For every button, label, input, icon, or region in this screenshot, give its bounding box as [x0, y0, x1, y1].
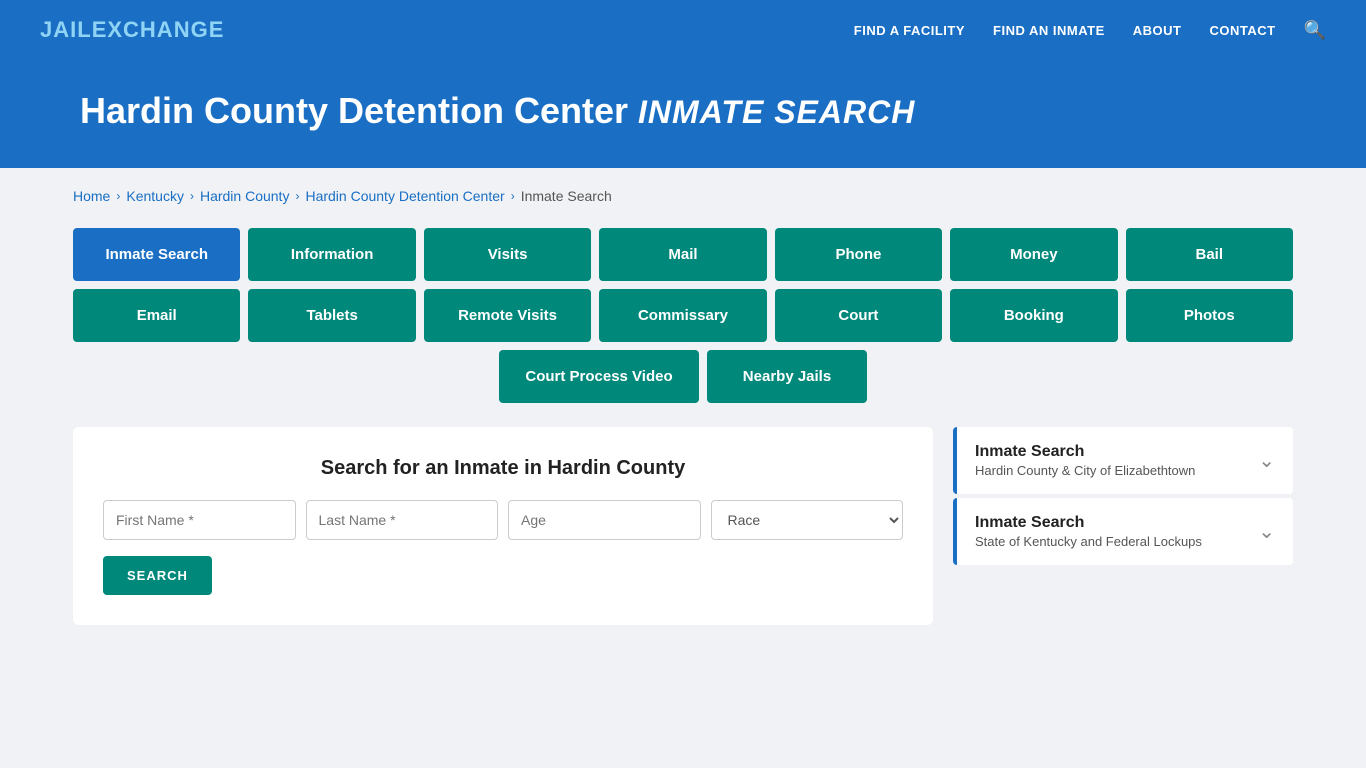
- search-icon-button[interactable]: 🔍: [1304, 20, 1326, 41]
- nav-find-facility[interactable]: FIND A FACILITY: [854, 23, 965, 38]
- breadcrumb-detention-center[interactable]: Hardin County Detention Center: [305, 188, 504, 204]
- sidebar-item-state-federal[interactable]: Inmate Search State of Kentucky and Fede…: [953, 498, 1293, 565]
- btn-remote-visits[interactable]: Remote Visits: [424, 289, 591, 342]
- nav-find-inmate[interactable]: FIND AN INMATE: [993, 23, 1105, 38]
- btn-visits[interactable]: Visits: [424, 228, 591, 281]
- search-title: Search for an Inmate in Hardin County: [103, 457, 903, 480]
- sidebar-sub-1: Hardin County & City of Elizabethtown: [975, 463, 1195, 478]
- category-nav: Inmate Search Information Visits Mail Ph…: [73, 228, 1293, 403]
- btn-court[interactable]: Court: [775, 289, 942, 342]
- page-title: Hardin County Detention Center INMATE SE…: [80, 90, 1286, 132]
- breadcrumb: Home › Kentucky › Hardin County › Hardin…: [73, 188, 1293, 204]
- first-name-input[interactable]: [103, 500, 296, 540]
- chevron-down-icon-2: ⌄: [1258, 519, 1275, 544]
- race-select[interactable]: RaceWhiteBlackHispanicAsianOther: [711, 500, 904, 540]
- btn-photos[interactable]: Photos: [1126, 289, 1293, 342]
- inmate-search-box: Search for an Inmate in Hardin County Ra…: [73, 427, 933, 625]
- search-button[interactable]: SEARCH: [103, 556, 212, 595]
- btn-bail[interactable]: Bail: [1126, 228, 1293, 281]
- btn-inmate-search[interactable]: Inmate Search: [73, 228, 240, 281]
- logo-part2-highlight: EXCHANGE: [92, 17, 225, 42]
- breadcrumb-home[interactable]: Home: [73, 188, 110, 204]
- sidebar-title-1: Inmate Search: [975, 443, 1195, 461]
- age-input[interactable]: [508, 500, 701, 540]
- sidebar: Inmate Search Hardin County & City of El…: [953, 427, 1293, 569]
- nav-row-1: Inmate Search Information Visits Mail Ph…: [73, 228, 1293, 281]
- btn-email[interactable]: Email: [73, 289, 240, 342]
- sidebar-sub-2: State of Kentucky and Federal Lockups: [975, 534, 1202, 549]
- site-header: JAILEXCHANGE FIND A FACILITY FIND AN INM…: [0, 0, 1366, 60]
- nav-about[interactable]: ABOUT: [1133, 23, 1182, 38]
- btn-tablets[interactable]: Tablets: [248, 289, 415, 342]
- main-content: Home › Kentucky › Hardin County › Hardin…: [33, 168, 1333, 645]
- last-name-input[interactable]: [306, 500, 499, 540]
- btn-mail[interactable]: Mail: [599, 228, 766, 281]
- sidebar-item-hardin-county[interactable]: Inmate Search Hardin County & City of El…: [953, 427, 1293, 494]
- btn-nearby-jails[interactable]: Nearby Jails: [707, 350, 867, 403]
- hero-banner: Hardin County Detention Center INMATE SE…: [0, 60, 1366, 168]
- breadcrumb-hardin-county[interactable]: Hardin County: [200, 188, 290, 204]
- breadcrumb-sep-1: ›: [116, 189, 120, 203]
- chevron-down-icon: ⌄: [1258, 448, 1275, 473]
- breadcrumb-current: Inmate Search: [521, 188, 612, 204]
- sidebar-title-2: Inmate Search: [975, 514, 1202, 532]
- btn-information[interactable]: Information: [248, 228, 415, 281]
- logo-part1: JAIL: [40, 17, 92, 42]
- content-area: Search for an Inmate in Hardin County Ra…: [73, 427, 1293, 625]
- nav-row-2: Email Tablets Remote Visits Commissary C…: [73, 289, 1293, 342]
- nav-contact[interactable]: CONTACT: [1209, 23, 1275, 38]
- btn-money[interactable]: Money: [950, 228, 1117, 281]
- main-nav: FIND A FACILITY FIND AN INMATE ABOUT CON…: [854, 20, 1326, 41]
- btn-commissary[interactable]: Commissary: [599, 289, 766, 342]
- breadcrumb-sep-2: ›: [190, 189, 194, 203]
- breadcrumb-kentucky[interactable]: Kentucky: [126, 188, 184, 204]
- btn-booking[interactable]: Booking: [950, 289, 1117, 342]
- search-fields: RaceWhiteBlackHispanicAsianOther: [103, 500, 903, 540]
- btn-phone[interactable]: Phone: [775, 228, 942, 281]
- site-logo: JAILEXCHANGE: [40, 17, 224, 43]
- nav-row-3: Court Process Video Nearby Jails: [73, 350, 1293, 403]
- breadcrumb-sep-4: ›: [511, 189, 515, 203]
- btn-court-process-video[interactable]: Court Process Video: [499, 350, 699, 403]
- breadcrumb-sep-3: ›: [295, 189, 299, 203]
